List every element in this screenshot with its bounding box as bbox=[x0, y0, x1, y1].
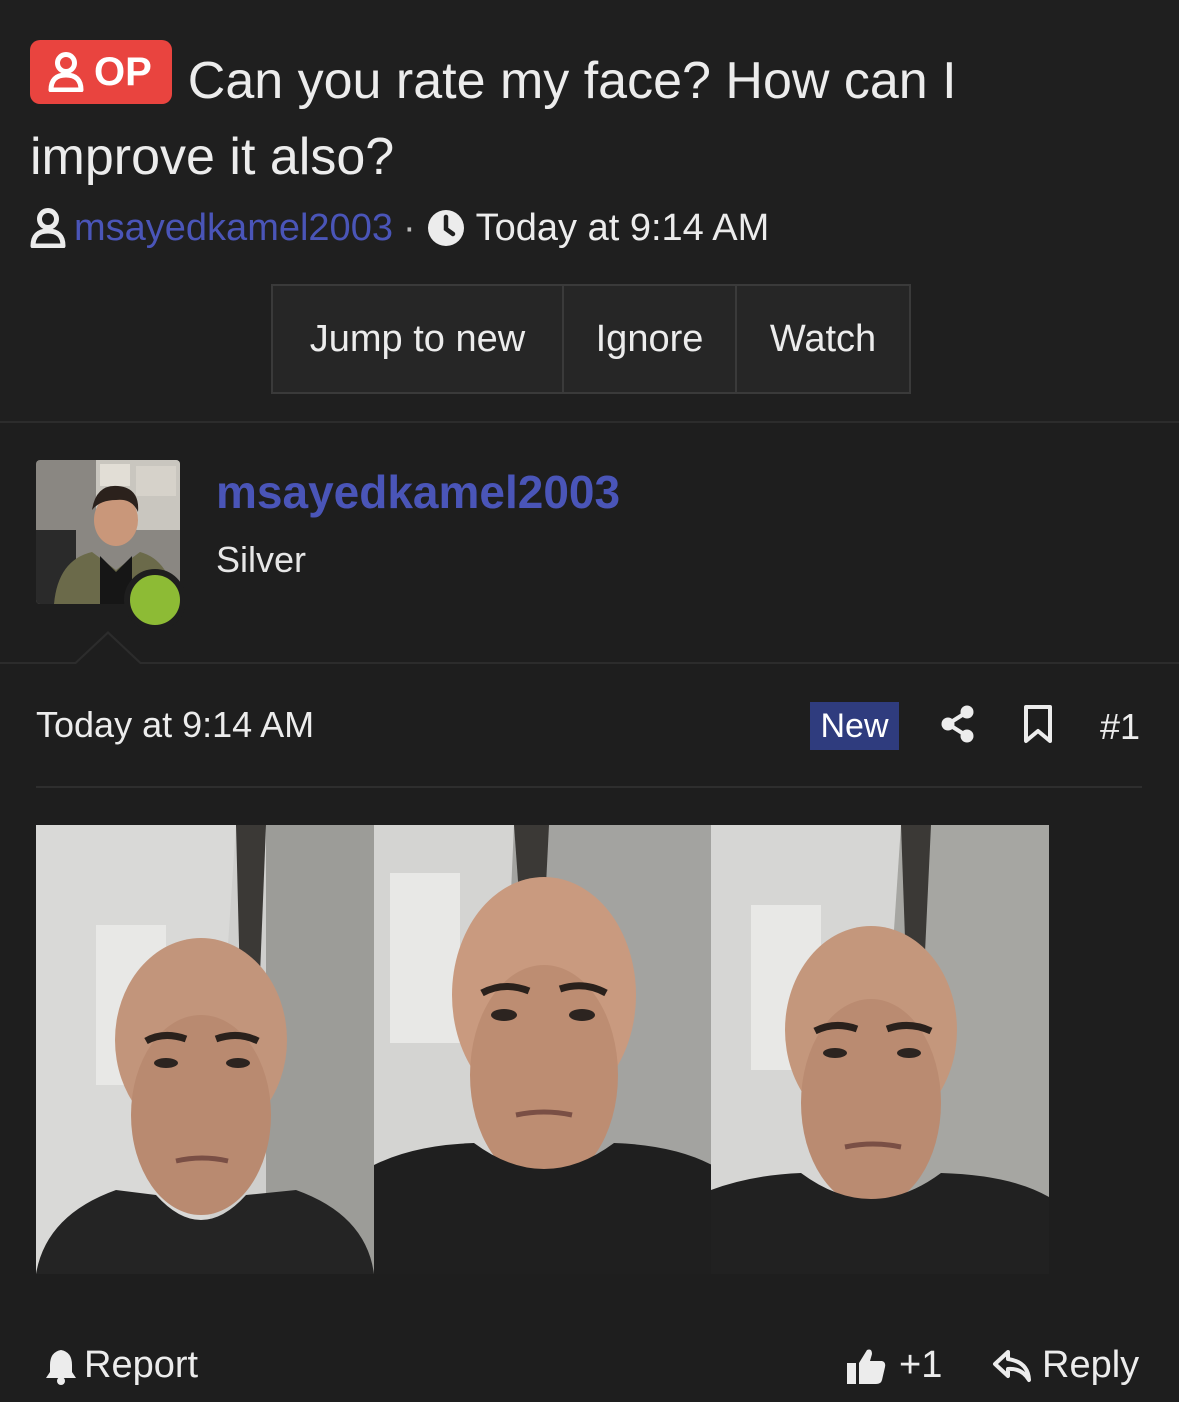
user-block-pointer-fill bbox=[76, 634, 140, 664]
post-permalink-number[interactable]: #1 bbox=[1100, 706, 1140, 748]
jump-to-new-button[interactable]: Jump to new bbox=[273, 286, 564, 392]
online-status-indicator bbox=[124, 569, 186, 631]
divider bbox=[0, 662, 1179, 664]
share-icon[interactable] bbox=[938, 704, 978, 744]
report-link[interactable]: Report bbox=[44, 1344, 198, 1387]
ignore-button[interactable]: Ignore bbox=[564, 286, 737, 392]
post-user-block: msayedkamel2003 Silver bbox=[0, 423, 1179, 663]
watch-button[interactable]: Watch bbox=[737, 286, 909, 392]
thread-header: OP Can you rate my face? How can I impro… bbox=[0, 0, 1179, 422]
user-icon bbox=[30, 208, 66, 248]
reply-label: Reply bbox=[1042, 1344, 1140, 1386]
thumbs-up-icon bbox=[847, 1349, 886, 1384]
new-badge: New bbox=[810, 702, 899, 750]
meta-separator: · bbox=[402, 206, 416, 249]
attachment-photo[interactable] bbox=[36, 825, 374, 1274]
bookmark-icon[interactable] bbox=[1022, 704, 1054, 744]
user-rank-title: Silver bbox=[216, 539, 307, 580]
attachment-photo[interactable] bbox=[373, 825, 712, 1274]
post-date[interactable]: Today at 9:14 AM bbox=[36, 704, 314, 746]
post-attachments bbox=[36, 825, 1049, 1274]
op-badge: OP bbox=[30, 40, 172, 104]
post-username[interactable]: msayedkamel2003 bbox=[216, 465, 620, 519]
clock-icon bbox=[427, 210, 464, 246]
thread-title-block: OP Can you rate my face? How can I impro… bbox=[30, 40, 1140, 195]
thread-meta: msayedkamel2003 · Today at 9:14 AM bbox=[30, 204, 769, 252]
like-count: +1 bbox=[899, 1344, 943, 1386]
op-badge-label: OP bbox=[94, 50, 152, 94]
bell-icon bbox=[46, 1349, 76, 1385]
attachment-photo[interactable] bbox=[711, 825, 1049, 1274]
reply-button[interactable]: Reply bbox=[992, 1344, 1139, 1387]
user-icon bbox=[48, 52, 84, 92]
divider bbox=[36, 786, 1142, 788]
thread-time[interactable]: Today at 9:14 AM bbox=[476, 207, 770, 250]
reply-arrow-icon bbox=[993, 1349, 1031, 1382]
thread-author-link[interactable]: msayedkamel2003 bbox=[74, 207, 393, 250]
thread-action-buttons: Jump to new Ignore Watch bbox=[271, 284, 911, 394]
report-label: Report bbox=[84, 1344, 199, 1386]
like-button[interactable]: +1 bbox=[845, 1344, 942, 1387]
